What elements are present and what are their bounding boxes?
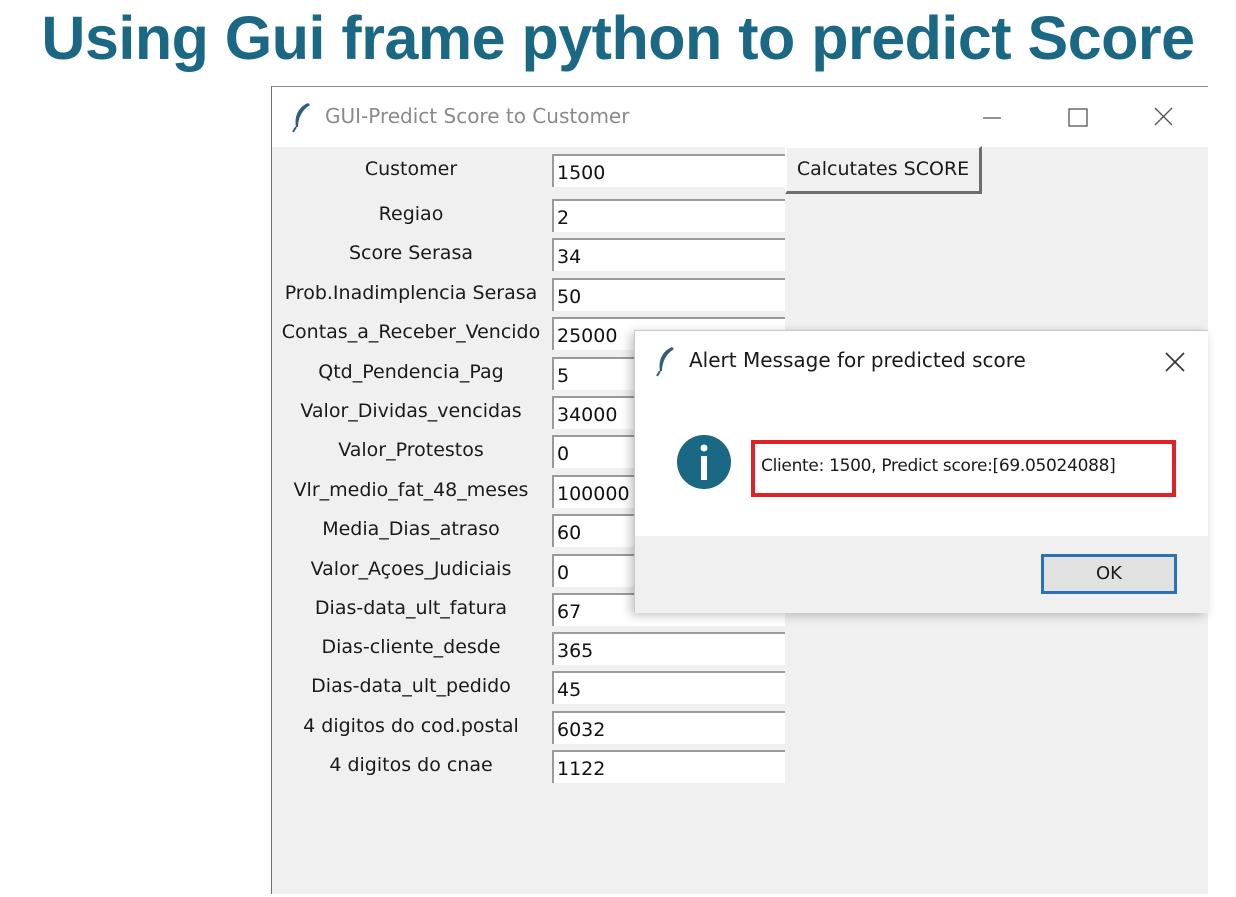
- calculate-score-button[interactable]: Calcutates SCORE: [785, 146, 982, 194]
- dialog-title: Alert Message for predicted score: [689, 348, 1026, 372]
- field-label: Qtd_Pendencia_Pag: [318, 361, 504, 383]
- field-label: Dias-data_ult_pedido: [311, 675, 511, 697]
- field-label: Valor_Açoes_Judiciais: [310, 558, 512, 580]
- field-row-customer: Customer: [272, 154, 792, 187]
- field-row-regiao: Regiao: [272, 199, 792, 232]
- field-label: Media_Dias_atraso: [322, 518, 500, 540]
- feather-icon: [292, 103, 310, 133]
- feather-icon: [656, 347, 674, 377]
- field-row-prob-inadimplencia: Prob.Inadimplencia Serasa: [272, 278, 792, 311]
- field-label: 4 digitos do cod.postal: [303, 715, 519, 737]
- cnae-input[interactable]: [552, 750, 785, 783]
- cod-postal-input[interactable]: [552, 711, 785, 744]
- field-label: Dias-data_ult_fatura: [314, 597, 508, 619]
- field-label: Score Serasa: [348, 242, 473, 264]
- regiao-input[interactable]: [552, 199, 785, 232]
- field-label: Valor_Protestos: [338, 439, 484, 461]
- alert-dialog: Alert Message for predicted score Client…: [634, 330, 1208, 613]
- field-row-cod-postal: 4 digitos do cod.postal: [272, 711, 792, 744]
- dialog-footer: OK: [635, 536, 1208, 613]
- slide-title: Using Gui frame python to predict Score: [41, 4, 1195, 72]
- close-icon[interactable]: [1157, 345, 1193, 379]
- dias-ult-pedido-input[interactable]: [552, 671, 785, 704]
- score-serasa-input[interactable]: [552, 238, 785, 271]
- field-row-score-serasa: Score Serasa: [272, 238, 792, 271]
- close-icon[interactable]: [1142, 99, 1186, 135]
- dias-cliente-desde-input[interactable]: [552, 632, 785, 665]
- field-label: Dias-cliente_desde: [321, 636, 501, 658]
- prob-inadimplencia-input[interactable]: [552, 278, 785, 311]
- field-label: 4 digitos do cnae: [329, 754, 493, 776]
- field-row-cnae: 4 digitos do cnae: [272, 750, 792, 783]
- field-row-dias-ult-pedido: Dias-data_ult_pedido: [272, 671, 792, 704]
- ok-button[interactable]: OK: [1041, 554, 1177, 594]
- dialog-message: Cliente: 1500, Predict score:[69.0502408…: [761, 456, 1116, 476]
- window-titlebar[interactable]: GUI-Predict Score to Customer: [272, 87, 1208, 147]
- window-title: GUI-Predict Score to Customer: [325, 104, 630, 128]
- info-icon: [677, 435, 731, 489]
- field-label: Prob.Inadimplencia Serasa: [284, 282, 538, 304]
- field-row-dias-cliente-desde: Dias-cliente_desde: [272, 632, 792, 665]
- field-label: Contas_a_Receber_Vencido: [281, 321, 541, 343]
- message-highlight: Cliente: 1500, Predict score:[69.0502408…: [751, 440, 1176, 497]
- maximize-icon[interactable]: [1056, 99, 1100, 135]
- field-label: Valor_Dividas_vencidas: [300, 400, 522, 422]
- field-label: Regiao: [378, 203, 444, 225]
- field-label: Vlr_medio_fat_48_meses: [293, 479, 529, 501]
- field-label: Customer: [364, 158, 458, 180]
- minimize-icon[interactable]: [970, 99, 1014, 135]
- customer-input[interactable]: [552, 154, 785, 187]
